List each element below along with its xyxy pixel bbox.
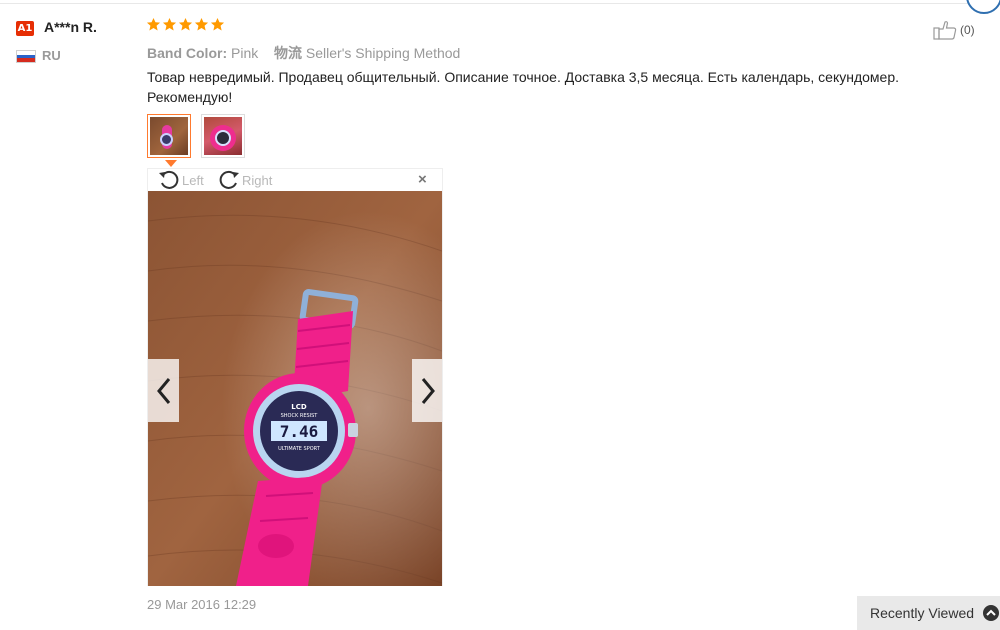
chevron-left-icon xyxy=(156,377,170,404)
rotate-left-button[interactable]: Left xyxy=(158,169,204,191)
order-attributes: Band Color: Pink 物流 Seller's Shipping Me… xyxy=(147,43,460,63)
corner-circle-icon[interactable] xyxy=(966,0,1000,14)
attribute-key: 物流 xyxy=(274,45,303,61)
next-photo-button[interactable] xyxy=(412,359,442,422)
watch-bottom-text: ULTIMATE SPORT xyxy=(278,446,321,452)
recently-viewed-label: Recently Viewed xyxy=(870,605,975,621)
star-icon xyxy=(162,17,177,31)
watch-display-text: 7.46 xyxy=(280,422,319,441)
rotate-right-icon xyxy=(219,170,239,189)
attribute-key: Band Color: xyxy=(147,45,228,61)
photo-viewer: Left Right × 7.46 LCD SHOCK RESIST ULTIM… xyxy=(147,168,443,586)
star-rating xyxy=(146,17,225,32)
helpful-button[interactable]: (0) xyxy=(933,20,975,40)
star-icon xyxy=(194,17,209,31)
watch-photo-image: 7.46 LCD SHOCK RESIST ULTIMATE SPORT xyxy=(148,191,442,586)
star-icon xyxy=(146,17,161,31)
viewer-toolbar: Left Right × xyxy=(148,169,442,191)
photo-thumbnail[interactable] xyxy=(147,114,191,167)
previous-photo-button[interactable] xyxy=(148,359,179,422)
review-photo: 7.46 LCD SHOCK RESIST ULTIMATE SPORT xyxy=(148,191,442,586)
recently-viewed-button[interactable]: Recently Viewed xyxy=(857,596,1000,630)
buyer-name: A***n R. xyxy=(44,19,97,35)
buyer-level-badge: A1 xyxy=(16,21,34,36)
rotate-left-label: Left xyxy=(182,172,204,188)
chevron-up-icon xyxy=(983,605,1000,621)
photo-thumbnail[interactable] xyxy=(201,114,245,158)
watch-top-text: SHOCK RESIST xyxy=(281,413,319,419)
buyer-country: RU xyxy=(42,48,61,63)
helpful-count: (0) xyxy=(960,23,975,37)
close-icon[interactable]: × xyxy=(418,172,427,188)
selected-indicator xyxy=(165,160,177,167)
review-date: 29 Mar 2016 12:29 xyxy=(147,597,257,612)
watch-brand-text: LCD xyxy=(291,403,307,411)
rotate-right-button[interactable]: Right xyxy=(218,169,272,191)
chevron-right-icon xyxy=(421,377,435,404)
top-divider xyxy=(0,3,972,4)
russia-flag-icon xyxy=(16,50,36,63)
thumbs-up-icon xyxy=(933,21,957,40)
rotate-left-icon xyxy=(159,170,179,189)
star-icon xyxy=(178,17,193,31)
review-text: Товар невредимый. Продавец общительный. … xyxy=(147,69,900,105)
attribute-value: Pink xyxy=(231,45,259,61)
photo-thumbnails xyxy=(147,114,245,167)
attribute-value: Seller's Shipping Method xyxy=(305,45,461,61)
star-icon xyxy=(210,17,225,31)
rotate-right-label: Right xyxy=(242,172,273,188)
